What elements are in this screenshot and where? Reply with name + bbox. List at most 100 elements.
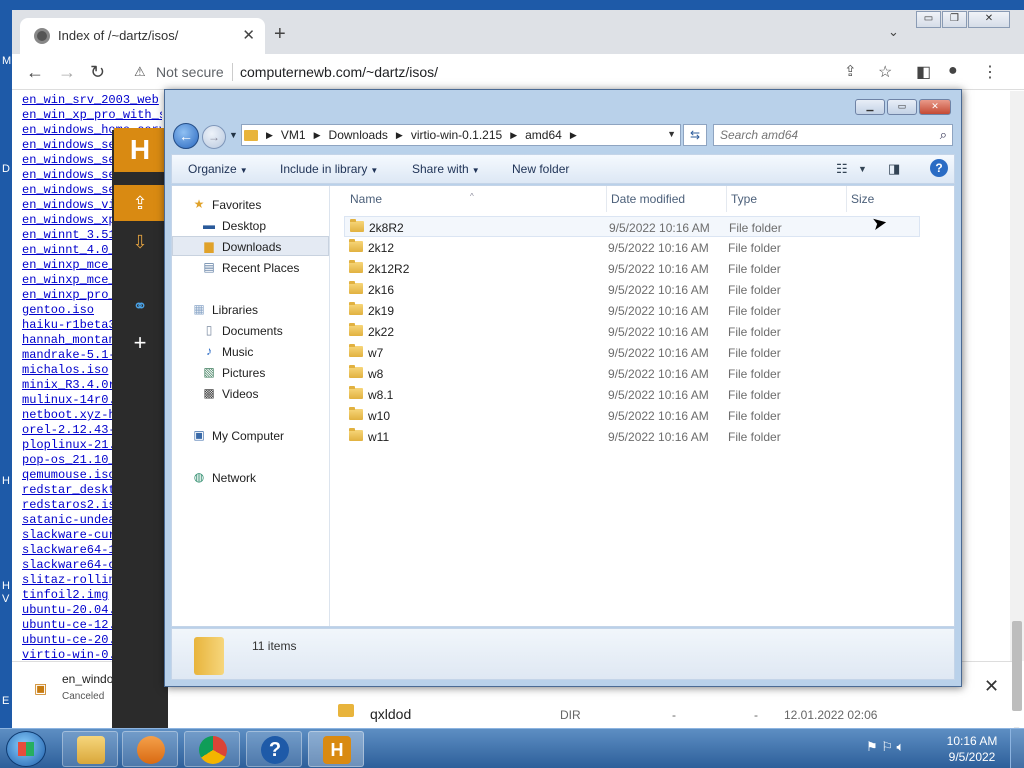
explorer-minimize-button[interactable]: ▁ (855, 99, 885, 115)
table-row[interactable]: 2k12R2 9/5/2022 10:16 AM File folder (344, 258, 920, 279)
nav-pictures[interactable]: ▧ Pictures (172, 363, 329, 383)
chevron-right-icon[interactable]: ▶ (314, 130, 321, 142)
desktop-letter: H (2, 475, 10, 487)
table-row[interactable]: w8.1 9/5/2022 10:16 AM File folder (344, 384, 920, 405)
table-row[interactable]: 2k8R2 9/5/2022 10:16 AM File folder (344, 216, 920, 237)
side-panel-icon[interactable]: ◧ (916, 62, 931, 82)
help-icon[interactable]: ? (930, 159, 948, 177)
folder-icon (349, 323, 363, 336)
taskbar-explorer[interactable] (62, 731, 118, 767)
file-link[interactable]: en_win_srv_2003_web (22, 93, 162, 108)
profile-icon[interactable]: ● (948, 62, 958, 80)
explorer-address-bar[interactable]: ▶ VM1 ▶ Downloads ▶ virtio-win-0.1.215 ▶… (241, 124, 681, 146)
close-download-bar-icon[interactable]: ✕ (984, 676, 999, 697)
scrollbar-thumb[interactable] (1012, 621, 1022, 711)
chevron-right-icon[interactable]: ▶ (570, 130, 577, 142)
search-icon: ⌕ (939, 127, 947, 142)
recent-pages-icon[interactable]: ▼ (229, 130, 238, 140)
nav-network[interactable]: ◍ Network (172, 468, 329, 488)
upload-icon[interactable]: ⇪ (112, 193, 168, 214)
table-row[interactable]: w11 9/5/2022 10:16 AM File folder (344, 426, 920, 447)
table-row[interactable]: 2k22 9/5/2022 10:16 AM File folder (344, 321, 920, 342)
explorer-close-button[interactable]: ✕ (919, 99, 951, 115)
explorer-forward-button[interactable]: → (202, 125, 226, 149)
tab-strip: Index of /~dartz/isos/ ✕ + ⌄ ▭ ❐ ✕ (12, 10, 1024, 54)
explorer-body: ★ Favorites ▬ Desktop ▆ Downloads ▤ Rece… (171, 185, 955, 627)
explorer-titlebar[interactable]: ▁ ▭ ✕ (165, 90, 961, 120)
include-in-library-button[interactable]: Include in library ▼ (280, 162, 378, 176)
nav-desktop[interactable]: ▬ Desktop (172, 216, 329, 236)
listing-row[interactable]: qxldod DIR - - 12.01.2022 02:06 (312, 690, 952, 728)
clock[interactable]: 10:16 AM 9/5/2022 (944, 733, 1000, 765)
menu-icon[interactable]: ⋮ (982, 62, 998, 82)
nav-my-computer[interactable]: ▣ My Computer (172, 426, 329, 446)
table-row[interactable]: w8 9/5/2022 10:16 AM File folder (344, 363, 920, 384)
chevron-right-icon[interactable]: ▶ (396, 130, 403, 142)
share-with-button[interactable]: Share with ▼ (412, 162, 480, 176)
breadcrumb-vm1[interactable]: VM1 (281, 128, 306, 142)
column-header-name[interactable]: Name ^ (332, 186, 608, 212)
explorer-window: ▁ ▭ ✕ ← → ▼ ▶ VM1 ▶ Downloads ▶ virtio-w… (164, 89, 962, 687)
listing-extra: - (754, 708, 758, 722)
preview-pane-icon[interactable]: ◨ (888, 161, 900, 177)
explorer-back-button[interactable]: ← (173, 123, 199, 149)
taskbar-media-player[interactable] (122, 731, 178, 767)
show-desktop-button[interactable] (1010, 729, 1024, 768)
reload-icon[interactable]: ↻ (90, 62, 105, 83)
close-tab-icon[interactable]: ✕ (242, 26, 255, 44)
tab-search-icon[interactable]: ⌄ (888, 24, 899, 40)
new-tab-icon[interactable]: + (274, 23, 286, 46)
explorer-maximize-button[interactable]: ▭ (887, 99, 917, 115)
taskbar-chrome[interactable] (184, 731, 240, 767)
taskbar-h-app[interactable]: H (308, 731, 364, 767)
taskbar-help[interactable]: ? (246, 731, 302, 767)
nav-music[interactable]: ♪ Music (172, 342, 329, 362)
table-row[interactable]: w10 9/5/2022 10:16 AM File folder (344, 405, 920, 426)
bookmark-star-icon[interactable]: ☆ (878, 62, 892, 82)
forward-icon[interactable]: → (58, 62, 76, 83)
browser-window-controls: ▭ ❐ ✕ (916, 11, 1011, 28)
link-icon[interactable]: ⚭ (112, 296, 168, 317)
table-row[interactable]: 2k12 9/5/2022 10:16 AM File folder (344, 237, 920, 258)
view-dropdown-icon[interactable]: ▼ (858, 164, 867, 174)
restore-button[interactable]: ❐ (942, 11, 967, 28)
browser-tab[interactable]: Index of /~dartz/isos/ ✕ (20, 18, 265, 54)
system-tray[interactable]: ⚑ ⚐ 🔈︎ (866, 739, 904, 755)
search-input[interactable] (714, 125, 924, 145)
recent-places-icon: ▤ (203, 260, 215, 274)
chevron-right-icon[interactable]: ▶ (266, 130, 273, 142)
start-button[interactable] (6, 731, 46, 767)
nav-downloads[interactable]: ▆ Downloads (172, 236, 329, 256)
table-row[interactable]: 2k19 9/5/2022 10:16 AM File folder (344, 300, 920, 321)
minimize-button[interactable]: ▭ (916, 11, 941, 28)
nav-documents[interactable]: ▯ Documents (172, 321, 329, 341)
close-button[interactable]: ✕ (968, 11, 1010, 28)
refresh-button[interactable]: ⇆ (683, 124, 707, 146)
table-row[interactable]: w7 9/5/2022 10:16 AM File folder (344, 342, 920, 363)
breadcrumb-amd64[interactable]: amd64 (525, 128, 562, 142)
file-link[interactable]: en_win_xp_pro_with_s (22, 108, 162, 123)
chevron-right-icon[interactable]: ▶ (510, 130, 517, 142)
breadcrumb-virtio[interactable]: virtio-win-0.1.215 (411, 128, 502, 142)
address-bar[interactable]: ⚠ Not secure computernewb.com/~dartz/iso… (124, 58, 872, 86)
address-dropdown-icon[interactable]: ▼ (667, 129, 676, 139)
column-header-size[interactable]: Size (848, 186, 928, 212)
breadcrumb-downloads[interactable]: Downloads (329, 128, 388, 142)
nav-recent-places[interactable]: ▤ Recent Places (172, 258, 329, 278)
nav-libraries[interactable]: ▦ Libraries (172, 300, 329, 320)
add-icon[interactable]: + (112, 330, 168, 356)
change-view-icon[interactable]: ☷ (836, 161, 848, 177)
nav-videos[interactable]: ▩ Videos (172, 384, 329, 404)
back-icon[interactable]: ← (26, 62, 44, 83)
share-icon[interactable]: ⇪ (844, 62, 857, 80)
file-list-view: Name ^ Date modified Type Size 2k8R2 9/5… (332, 186, 954, 626)
column-header-date[interactable]: Date modified (608, 186, 726, 212)
column-header-type[interactable]: Type (728, 186, 846, 212)
organize-button[interactable]: Organize ▼ (188, 162, 248, 176)
desktop-letter: E (2, 695, 10, 707)
nav-favorites[interactable]: ★ Favorites (172, 195, 329, 215)
page-scrollbar[interactable]: ▼ (1010, 91, 1024, 735)
download-icon[interactable]: ⇩ (112, 232, 168, 253)
table-row[interactable]: 2k16 9/5/2022 10:16 AM File folder (344, 279, 920, 300)
new-folder-button[interactable]: New folder (512, 162, 569, 176)
